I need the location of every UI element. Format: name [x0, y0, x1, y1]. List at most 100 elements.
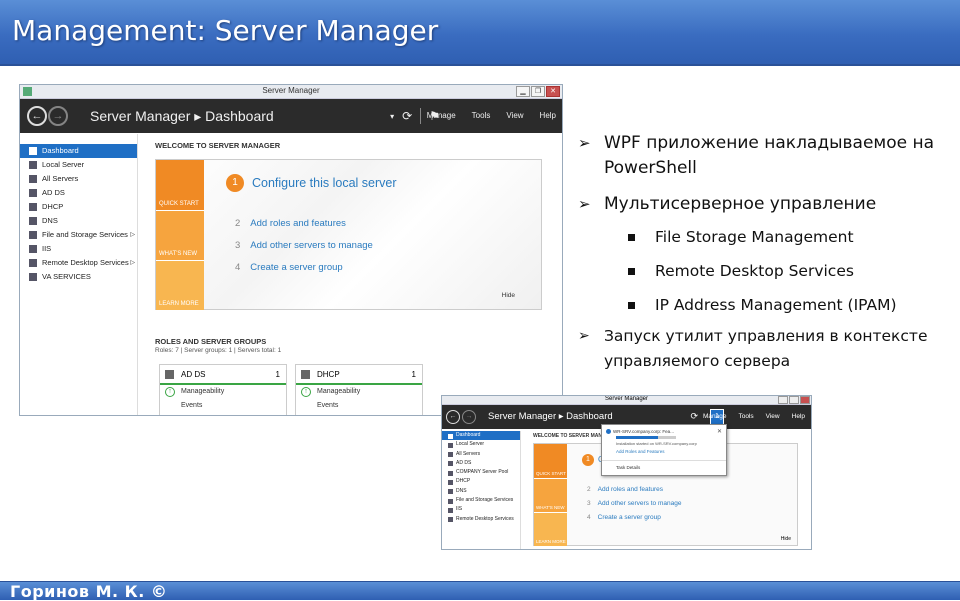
close-button[interactable]: ✕ — [546, 86, 560, 97]
refresh-icon[interactable]: ⟳ — [690, 411, 698, 422]
sidebar-item-label: IIS — [42, 244, 52, 253]
dhcp-icon — [448, 479, 453, 485]
sidebar-item-label: Local Server — [42, 160, 85, 169]
sidebar-item-dns[interactable]: DNS — [20, 214, 137, 228]
menu-manage[interactable]: Manage — [703, 413, 727, 420]
sidebar-item-all-servers[interactable]: All Servers — [442, 450, 520, 459]
dhcp-icon — [29, 203, 37, 211]
manageability-row[interactable]: ↑ Manageability — [160, 385, 286, 399]
hide-link[interactable]: Hide — [781, 536, 791, 542]
sidebar-item-ad-ds[interactable]: AD DS — [442, 459, 520, 468]
step-add-roles[interactable]: 2 Add roles and features — [587, 486, 663, 493]
task-details-link[interactable]: Task Details — [616, 465, 640, 470]
menu-help[interactable]: Help — [792, 413, 805, 420]
step-configure-local-server[interactable]: 1 Configure this local server — [226, 174, 397, 192]
minimize-button[interactable] — [778, 396, 788, 404]
sidebar-item-ad-ds[interactable]: AD DS — [20, 186, 137, 200]
back-arrow-icon[interactable]: ← — [446, 410, 460, 424]
menu-view[interactable]: View — [766, 413, 780, 420]
sidebar-item-file-storage[interactable]: File and Storage Services — [442, 496, 520, 505]
sidebar-item-all-servers[interactable]: All Servers — [20, 172, 137, 186]
sidebar-item-file-storage[interactable]: File and Storage Services ▷ — [20, 228, 137, 242]
close-icon[interactable]: ✕ — [717, 428, 722, 435]
step-create-group[interactable]: 4 Create a server group — [235, 262, 343, 273]
sidebar-item-iis[interactable]: IIS — [442, 505, 520, 514]
maximize-button[interactable]: ❐ — [531, 86, 545, 97]
step-link[interactable]: Add other servers to manage — [250, 240, 373, 251]
step-link[interactable]: Create a server group — [250, 262, 342, 273]
window-controls — [778, 396, 810, 404]
expand-arrow-icon[interactable]: ▷ — [130, 228, 135, 242]
menu-tools[interactable]: Tools — [472, 111, 491, 120]
step-link[interactable]: Add roles and features — [250, 218, 346, 229]
sidebar-item-label: Local Server — [456, 441, 485, 448]
tab-quick-start[interactable]: QUICK START — [156, 160, 204, 210]
menu-view[interactable]: View — [506, 111, 523, 120]
manageability-row[interactable]: ↑ Manageability — [296, 385, 422, 399]
separator — [602, 460, 726, 461]
refresh-icon[interactable]: ⟳ — [402, 109, 412, 123]
storage-icon — [448, 498, 453, 504]
sidebar-item-dns[interactable]: DNS — [442, 487, 520, 496]
step-link[interactable]: Configure this local server — [252, 176, 397, 190]
menu-manage[interactable]: Manage — [427, 111, 456, 120]
role-name: DHCP — [317, 370, 340, 379]
sidebar-item-local-server[interactable]: Local Server — [20, 158, 137, 172]
step-number: 3 — [235, 240, 241, 251]
close-button[interactable] — [800, 396, 810, 404]
sidebar-item-dashboard[interactable]: Dashboard — [20, 144, 137, 158]
tab-whats-new[interactable]: WHAT'S NEW — [156, 210, 204, 260]
tab-quick-start[interactable]: QUICK START — [534, 444, 567, 478]
sidebar-item-dashboard[interactable]: Dashboard — [442, 431, 520, 441]
sidebar-item-label: All Servers — [42, 174, 79, 183]
sidebar-item-dhcp[interactable]: DHCP — [20, 200, 137, 214]
add-roles-link[interactable]: Add Roles and Features — [616, 449, 665, 454]
menu-tools[interactable]: Tools — [738, 413, 753, 420]
step-link[interactable]: Add other servers to manage — [598, 500, 682, 507]
dropdown-arrow-icon[interactable]: ▾ — [390, 112, 394, 121]
sub-bullet-text: File Storage Management — [655, 228, 854, 246]
arrow-bullet-icon: ➢ — [578, 134, 591, 152]
sidebar-item-remote-desktop[interactable]: Remote Desktop Services — [442, 515, 520, 524]
notification-message: Installation started on WR-SRV.company.c… — [616, 441, 697, 446]
expand-arrow-icon[interactable]: ▷ — [130, 256, 135, 270]
server-icon — [29, 161, 37, 169]
minimize-button[interactable]: ▁ — [516, 86, 530, 97]
window-titlebar: Server Manager ▁ ❐ ✕ — [20, 85, 562, 99]
square-bullet-icon — [628, 302, 635, 309]
top-menu: Manage Tools View Help — [427, 111, 556, 120]
dhcp-icon — [301, 370, 310, 379]
sidebar-item-va-services[interactable]: VA SERVICES — [20, 270, 137, 284]
hide-link[interactable]: Hide — [502, 292, 515, 299]
role-name: AD DS — [181, 370, 206, 379]
step-add-servers[interactable]: 3 Add other servers to manage — [587, 500, 681, 507]
step-add-roles[interactable]: 2 Add roles and features — [235, 218, 346, 229]
forward-arrow-icon[interactable]: → — [48, 106, 68, 126]
slide-footer: Горинов М. К. © — [0, 581, 960, 601]
role-count: 1 — [275, 370, 280, 379]
window-controls: ▁ ❐ ✕ — [516, 86, 560, 97]
role-card-dhcp[interactable]: DHCP 1 ↑ Manageability Events — [295, 364, 423, 415]
step-link[interactable]: Create a server group — [598, 514, 661, 521]
tab-learn-more[interactable]: LEARN MORE — [156, 260, 204, 310]
sidebar-item-dhcp[interactable]: DHCP — [442, 477, 520, 486]
sidebar-item-iis[interactable]: IIS — [20, 242, 137, 256]
events-row[interactable]: Events — [160, 399, 286, 413]
sidebar-item-local-server[interactable]: Local Server — [442, 440, 520, 449]
back-arrow-icon[interactable]: ← — [27, 106, 47, 126]
sidebar-item-server-pool[interactable]: COMPANY Server Pool — [442, 468, 520, 477]
sidebar-item-label: IIS — [456, 506, 463, 513]
events-row[interactable]: Events — [296, 399, 422, 413]
sidebar-item-remote-desktop[interactable]: Remote Desktop Services ▷ — [20, 256, 137, 270]
maximize-button[interactable] — [789, 396, 799, 404]
menu-help[interactable]: Help — [540, 111, 556, 120]
tab-whats-new[interactable]: WHAT'S NEW — [534, 478, 567, 512]
step-add-servers[interactable]: 3 Add other servers to manage — [235, 240, 373, 251]
step-create-group[interactable]: 4 Create a server group — [587, 514, 661, 521]
step-number: 4 — [235, 262, 241, 273]
dashboard-icon — [29, 147, 37, 155]
step-link[interactable]: Add roles and features — [598, 486, 663, 493]
role-card-ad-ds[interactable]: AD DS 1 ↑ Manageability Events — [159, 364, 287, 415]
tab-learn-more[interactable]: LEARN MORE — [534, 512, 567, 546]
forward-arrow-icon[interactable]: → — [462, 410, 476, 424]
